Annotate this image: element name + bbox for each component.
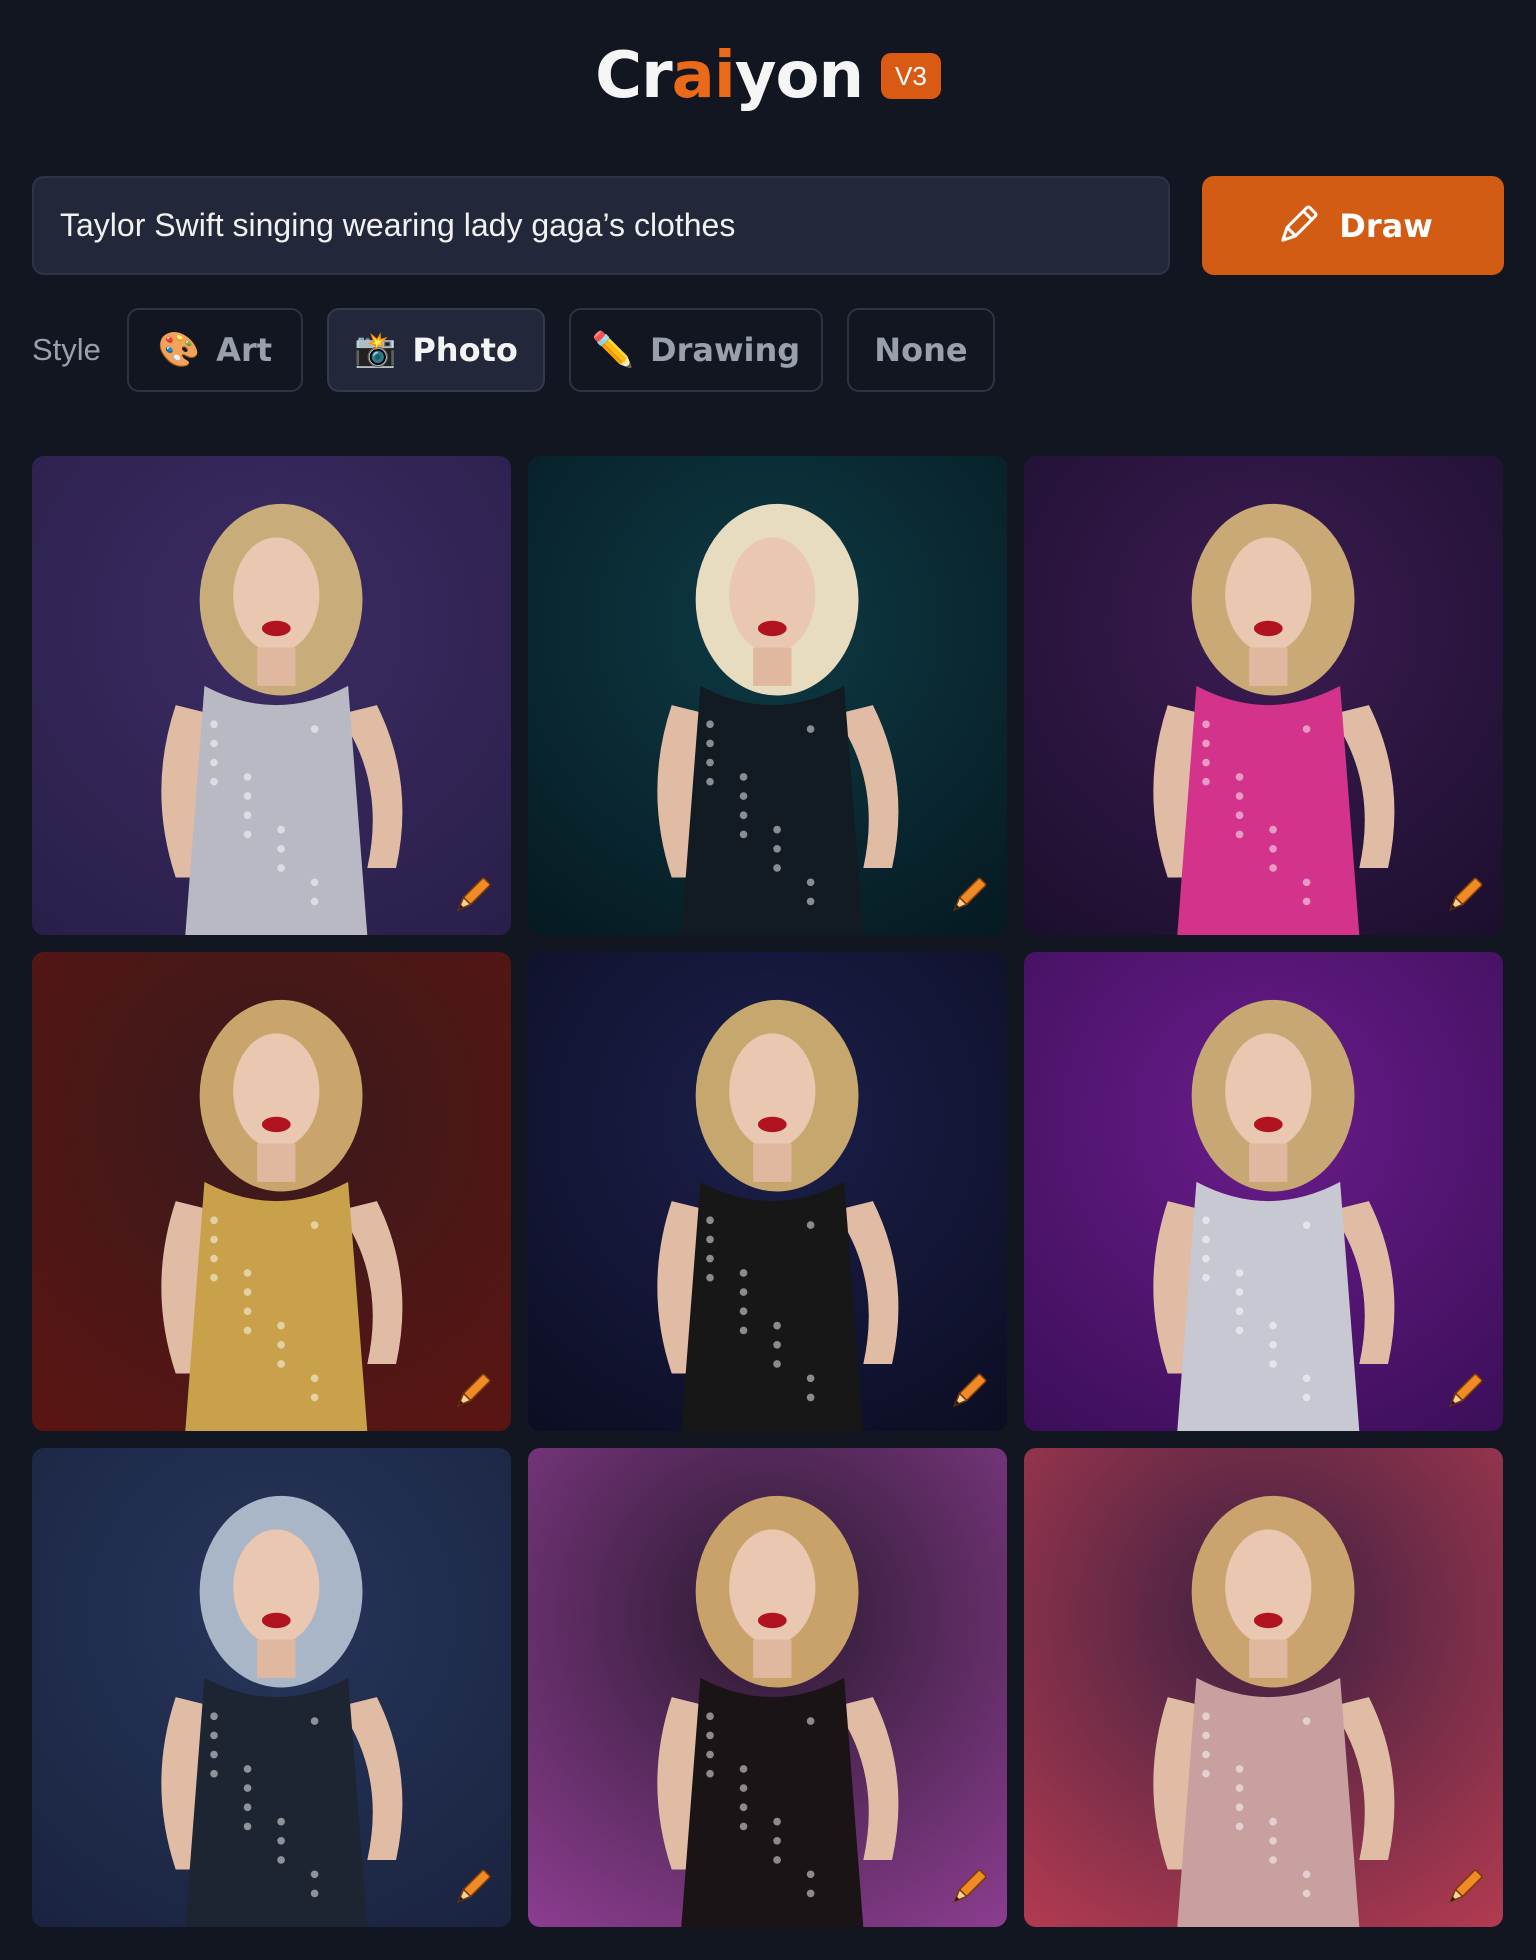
singer-photo <box>1024 456 1503 935</box>
craiyon-logo[interactable]: Cr ai yon <box>595 39 864 113</box>
style-option-none[interactable]: None <box>846 308 995 392</box>
generated-image[interactable] <box>32 1448 511 1927</box>
edit-pencil-icon[interactable] <box>1439 1863 1489 1913</box>
singer-photo <box>1024 1448 1503 1927</box>
style-option-label: None <box>874 331 968 369</box>
edit-pencil-icon[interactable] <box>943 1367 993 1417</box>
pencil-icon: ✏️ <box>591 330 635 370</box>
singer-photo <box>32 952 511 1431</box>
header: Cr ai yon V3 <box>0 44 1536 108</box>
edit-pencil-icon[interactable] <box>447 871 497 921</box>
singer-photo <box>1024 952 1503 1431</box>
generated-image[interactable] <box>528 952 1007 1431</box>
style-label: Style <box>32 332 101 367</box>
generated-image[interactable] <box>32 952 511 1431</box>
edit-pencil-icon[interactable] <box>1439 1367 1489 1417</box>
edit-pencil-icon[interactable] <box>1439 871 1489 921</box>
style-option-label: Art <box>216 331 273 369</box>
style-option-art[interactable]: 🎨 Art <box>126 308 303 392</box>
generated-image[interactable] <box>528 456 1007 935</box>
camera-flash-icon: 📸 <box>354 330 397 370</box>
singer-photo <box>32 1448 511 1927</box>
edit-pencil-icon[interactable] <box>943 1863 993 1913</box>
generated-image[interactable] <box>1024 1448 1503 1927</box>
results-grid <box>32 456 1503 1927</box>
draw-button-label: Draw <box>1339 206 1433 245</box>
generated-image[interactable] <box>528 1448 1007 1927</box>
style-option-drawing[interactable]: ✏️ Drawing <box>568 308 823 392</box>
generated-image[interactable] <box>1024 952 1503 1431</box>
logo-part-1: Cr <box>595 39 673 113</box>
generated-image[interactable] <box>1024 456 1503 935</box>
style-option-label: Drawing <box>650 331 801 369</box>
edit-pencil-icon[interactable] <box>943 871 993 921</box>
edit-pencil-icon[interactable] <box>447 1367 497 1417</box>
logo-part-3: yon <box>734 39 864 113</box>
edit-pencil-icon[interactable] <box>447 1863 497 1913</box>
craiyon-page: Cr ai yon V3 Taylor Swift singing wearing … <box>0 0 1536 1960</box>
style-selector: Style 🎨 Art 📸 Photo ✏️ Drawing None <box>32 308 995 392</box>
pencil-icon <box>1281 205 1318 242</box>
style-option-photo[interactable]: 📸 Photo <box>326 308 545 392</box>
logo-part-2: ai <box>671 39 736 113</box>
singer-photo <box>528 1448 1007 1927</box>
singer-photo <box>32 456 511 935</box>
singer-photo <box>528 952 1007 1431</box>
singer-photo <box>528 456 1007 935</box>
palette-icon: 🎨 <box>157 330 201 370</box>
generated-image[interactable] <box>32 456 511 935</box>
version-badge: V3 <box>881 53 941 99</box>
draw-button[interactable]: Draw <box>1202 176 1504 275</box>
style-option-label: Photo <box>412 331 518 369</box>
prompt-input[interactable]: Taylor Swift singing wearing lady gaga’s… <box>32 176 1170 275</box>
